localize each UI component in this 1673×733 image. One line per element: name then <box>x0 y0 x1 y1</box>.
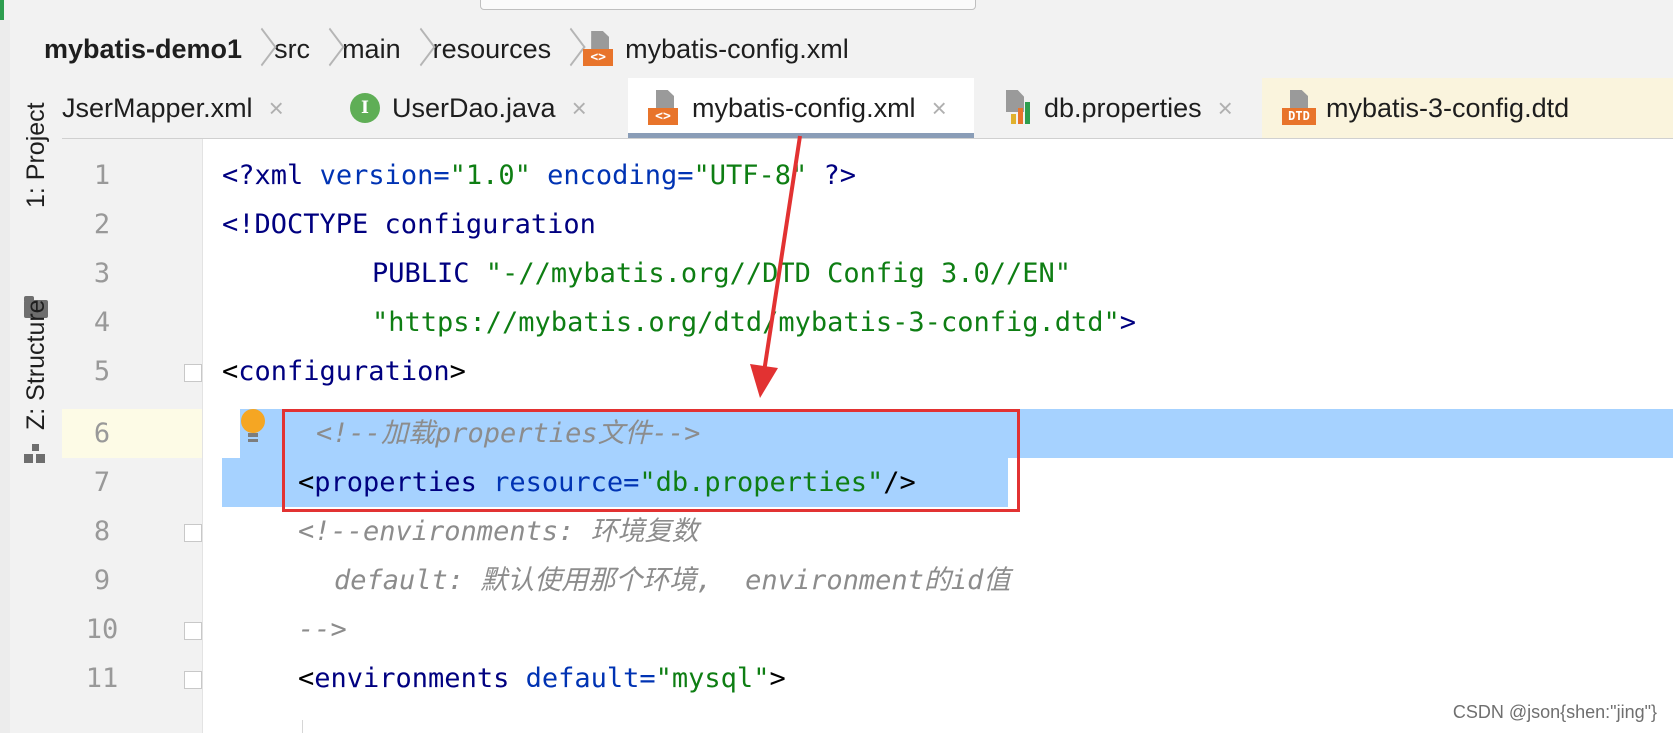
watermark: CSDN @json{shen:"jing"} <box>1450 702 1659 723</box>
breadcrumb-resources[interactable]: resources <box>433 34 552 65</box>
line-number: 3 <box>93 258 111 289</box>
line-number: 6 <box>93 418 111 449</box>
navigation-bar: mybatis-demo1 src main resources <> myba… <box>10 20 1673 79</box>
code-line-10: --> <box>298 614 347 645</box>
dtd-file-icon: DTD <box>1282 90 1316 126</box>
chevron-right-icon <box>310 29 342 69</box>
xml-file-icon: <> <box>583 31 615 67</box>
line-number: 7 <box>93 467 111 498</box>
run-indicator <box>0 0 4 20</box>
tab-mybatis-3-config-dtd[interactable]: DTD mybatis-3-config.dtd <box>1262 78 1673 138</box>
tab-label: mybatis-3-config.dtd <box>1326 92 1570 123</box>
tab-db-properties[interactable]: db.properties × <box>1002 78 1246 138</box>
fold-marker[interactable] <box>184 364 202 382</box>
code-line-3: PUBLIC "-//mybatis.org//DTD Config 3.0//… <box>372 258 1071 289</box>
line-number: 4 <box>93 307 111 338</box>
close-icon[interactable]: × <box>1218 93 1233 124</box>
xml-file-icon: <> <box>648 90 680 126</box>
line-number: 2 <box>93 209 111 240</box>
project-tool-button[interactable]: 1: Project <box>22 102 51 208</box>
chevron-right-icon <box>242 29 274 69</box>
breadcrumb-src[interactable]: src <box>274 34 310 65</box>
code-line-8: <!--environments: 环境复数 <box>298 516 699 547</box>
chevron-right-icon <box>401 29 433 69</box>
fold-marker[interactable] <box>184 524 202 542</box>
annotation-highlight-box <box>282 409 1020 512</box>
line-number: 10 <box>85 614 119 645</box>
line-number: 1 <box>93 160 111 191</box>
code-line-1: <?xml version="1.0" encoding="UTF-8" ?> <box>222 160 857 191</box>
breadcrumb-file[interactable]: mybatis-config.xml <box>625 34 849 65</box>
code-line-5: <configuration> <box>222 356 466 387</box>
active-tab-indicator <box>628 133 974 138</box>
code-line-11: <environments default="mysql"> <box>298 663 786 694</box>
close-icon[interactable]: × <box>572 93 587 124</box>
code-line-9: default: 默认使用那个环境, environment的id值 <box>334 565 1011 596</box>
lightbulb-icon[interactable] <box>240 409 266 449</box>
tab-label: JserMapper.xml <box>62 92 253 123</box>
chevron-right-icon <box>551 29 583 69</box>
close-icon[interactable]: × <box>269 93 284 124</box>
line-number: 5 <box>93 356 111 387</box>
tab-label: db.properties <box>1044 92 1202 123</box>
tab-mybatis-config-xml[interactable]: <> mybatis-config.xml × <box>628 78 974 138</box>
line-number: 8 <box>93 516 111 547</box>
left-tool-window-bar: 1: Project Z: Structure <box>10 78 63 733</box>
properties-file-icon <box>1002 90 1032 126</box>
structure-icon <box>24 444 46 464</box>
breadcrumb-main[interactable]: main <box>342 34 401 65</box>
line-number: 11 <box>85 663 119 694</box>
fold-marker[interactable] <box>184 671 202 689</box>
top-toolbar <box>0 0 1673 21</box>
line-number: 9 <box>93 565 111 596</box>
java-interface-icon: I <box>350 93 380 123</box>
structure-tool-button[interactable]: Z: Structure <box>22 299 51 430</box>
run-configuration-selector[interactable] <box>480 0 976 10</box>
code-line-2: <!DOCTYPE configuration <box>222 209 596 240</box>
fold-marker[interactable] <box>184 622 202 640</box>
tab-userdao-java[interactable]: I UserDao.java × <box>350 78 612 138</box>
breadcrumb-project[interactable]: mybatis-demo1 <box>44 34 242 65</box>
tab-usermapper-xml[interactable]: JserMapper.xml × <box>62 78 330 138</box>
tab-label: mybatis-config.xml <box>692 92 916 123</box>
close-icon[interactable]: × <box>932 93 947 124</box>
tab-label: UserDao.java <box>392 92 556 123</box>
code-line-4: "https://mybatis.org/dtd/mybatis-3-confi… <box>372 307 1137 338</box>
indent-guide <box>302 720 303 733</box>
editor-tabs: JserMapper.xml × I UserDao.java × <> myb… <box>62 78 1673 139</box>
